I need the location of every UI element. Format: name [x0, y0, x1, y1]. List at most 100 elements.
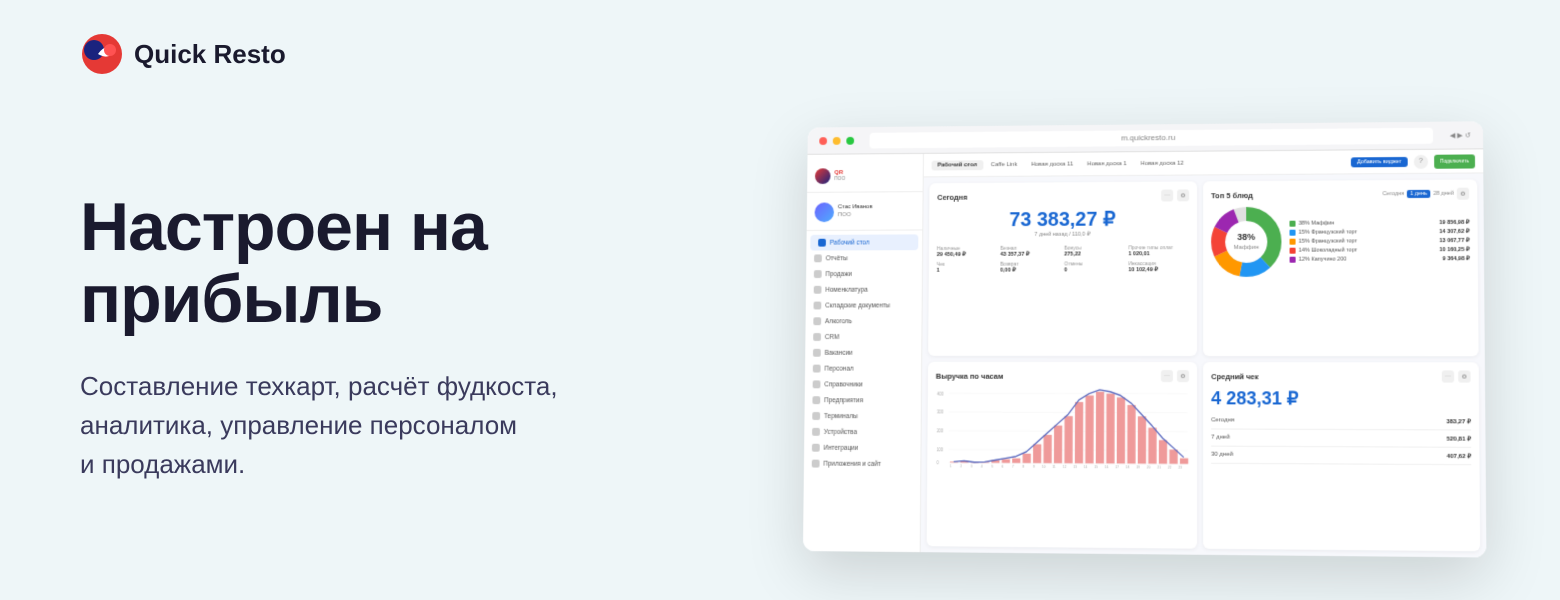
today-more-button[interactable]: ··· [1161, 190, 1173, 202]
stat-cancels: Отмены 0 [1064, 261, 1124, 273]
svg-text:20: 20 [1147, 465, 1150, 469]
subtitle: Составление техкарт, расчёт фудкоста, ан… [80, 367, 640, 484]
avg-rows: Сегодня 383,27 ₽ 7 дней 520,81 ₽ 30 дней… [1211, 417, 1471, 465]
url-bar: m.quickresto.ru [870, 127, 1434, 148]
user-name: Стас ИвановПОО [838, 204, 873, 219]
browser-maximize-dot [846, 136, 854, 144]
terminals-icon [812, 412, 820, 420]
legend-dot-2 [1289, 230, 1295, 236]
sales-icon [814, 270, 822, 278]
avg-card-header: Средний чек ··· ⚙ [1211, 370, 1470, 383]
dashboard-main: Рабочий стол Caffe Link Новая доска 11 Н… [921, 149, 1487, 557]
top5-period-controls: Сегодня 1 день 28 дней ⚙ [1383, 188, 1470, 201]
today-card-header: Сегодня ··· ⚙ [937, 189, 1189, 202]
tab-board1[interactable]: Новая доска 11 [1025, 159, 1079, 169]
avg-settings-button[interactable]: ⚙ [1458, 370, 1470, 382]
sidebar-item-devices[interactable]: Устройства [804, 424, 920, 440]
help-icon[interactable]: ? [1414, 154, 1428, 168]
header: Quick Resto [0, 0, 1560, 76]
sidebar-logo-icon [815, 168, 831, 184]
stat-bonus: Бонусы 275,22 [1064, 245, 1124, 257]
today-revenue: 73 383,27 ₽ 7 дней назад / 110,0 ₽ [937, 207, 1189, 238]
svg-text:4: 4 [981, 464, 983, 468]
svg-text:14: 14 [1084, 465, 1087, 469]
today-card-title: Сегодня [937, 192, 967, 201]
top5-settings-button[interactable]: ⚙ [1457, 188, 1469, 200]
legend-dot-1 [1289, 221, 1295, 227]
svg-text:22: 22 [1168, 465, 1171, 469]
legend-item-2: 15% Французский торт 14 307,62 ₽ [1289, 229, 1469, 236]
tab-desktop[interactable]: Рабочий стол [932, 160, 983, 170]
period-1day[interactable]: 1 день [1407, 190, 1430, 198]
vacancies-icon [813, 349, 821, 357]
sidebar-item-desktop[interactable]: Рабочий стол [810, 234, 918, 250]
connect-button[interactable]: Подключить [1434, 154, 1475, 168]
svg-text:8: 8 [1023, 464, 1025, 468]
svg-text:12: 12 [1063, 465, 1066, 469]
tab-board3[interactable]: Новая доска 12 [1135, 158, 1190, 168]
svg-text:100: 100 [937, 447, 944, 453]
legend-item-3: 15% Французский торт 13 067,77 ₽ [1290, 238, 1470, 245]
period-28days[interactable]: 28 дней [1433, 191, 1453, 197]
sidebar-user: Стас ИвановПОО [807, 196, 923, 231]
sidebar-brand: QRПОО [834, 170, 845, 182]
revenue-more-button[interactable]: ··· [1161, 370, 1173, 382]
user-avatar [814, 202, 834, 222]
legend-dot-4 [1290, 248, 1296, 254]
today-big-number: 73 383,27 ₽ [937, 207, 1189, 232]
sidebar-item-apps[interactable]: Приложения и сайт [804, 456, 921, 473]
devices-icon [812, 428, 820, 436]
apps-icon [812, 460, 820, 468]
subtitle-line1: Составление техкарт, расчёт фудкоста, [80, 371, 558, 401]
today-widget: Сегодня ··· ⚙ 73 383,27 ₽ 7 дней назад /… [928, 181, 1197, 356]
svg-text:300: 300 [937, 409, 944, 415]
sidebar-item-sales[interactable]: Продажи [806, 266, 922, 282]
sidebar-item-reports[interactable]: Отчёты [806, 250, 922, 266]
revenue-widget: Выручка по часам ··· ⚙ 400 3 [927, 362, 1197, 549]
svg-text:38%: 38% [1237, 232, 1255, 242]
desktop-icon [818, 239, 826, 247]
tab-caffe[interactable]: Caffe Link [985, 159, 1023, 169]
add-widget-button[interactable]: Добавить виджет [1351, 156, 1408, 166]
avg-card-actions: ··· ⚙ [1442, 370, 1471, 382]
sidebar-item-vacancies[interactable]: Вакансии [805, 345, 921, 361]
svg-text:21: 21 [1157, 465, 1160, 469]
top5-content: 38% Маффин 38% Маффин 19 856,98 ₽ [1211, 206, 1470, 277]
today-sub-label: 7 дней назад / 110,0 ₽ [937, 231, 1189, 238]
avg-big-number: 4 283,31 ₽ [1211, 388, 1471, 410]
avg-more-button[interactable]: ··· [1442, 370, 1454, 382]
tab-board2[interactable]: Новая доска 1 [1081, 159, 1133, 169]
sidebar-item-integrations[interactable]: Интеграции [804, 440, 921, 456]
top5-widget: Топ 5 блюд Сегодня 1 день 28 дней ⚙ [1203, 180, 1479, 357]
sidebar-item-crm[interactable]: CRM [805, 329, 921, 345]
svg-text:7: 7 [1012, 464, 1014, 468]
sidebar-item-enterprises[interactable]: Предприятия [805, 392, 921, 408]
menu-icon [814, 286, 822, 294]
sidebar-item-alcohol[interactable]: Алкоголь [806, 313, 922, 329]
avg-row-7days: 7 дней 520,81 ₽ [1211, 435, 1471, 448]
subtitle-line2: аналитика, управление персоналом [80, 410, 517, 440]
alcohol-icon [813, 317, 821, 325]
sidebar-item-warehouse[interactable]: Складские документы [806, 297, 922, 313]
dashboard-sidebar: QRПОО Стас ИвановПОО Рабочий стол Отчёты [803, 154, 924, 552]
logo-text: Quick Resto [134, 39, 286, 70]
revenue-settings-button[interactable]: ⚙ [1177, 370, 1189, 382]
legend-item-1: 38% Маффин 19 856,98 ₽ [1289, 220, 1469, 227]
top5-legend: 38% Маффин 19 856,98 ₽ 15% Французский т… [1289, 220, 1469, 263]
today-settings-button[interactable]: ⚙ [1177, 189, 1189, 201]
stat-cashout: Инкассация 10 102,49 ₽ [1128, 261, 1189, 273]
legend-item-5: 12% Капучино 200 9 364,98 ₽ [1290, 256, 1470, 263]
hero-section: Настроен на прибыль Составление техкарт,… [80, 192, 640, 484]
stat-checks: Чек 1 [937, 262, 997, 274]
enterprises-icon [812, 396, 820, 404]
sidebar-item-staff[interactable]: Персонал [805, 361, 921, 377]
period-today[interactable]: Сегодня [1383, 191, 1404, 197]
browser-close-dot [819, 137, 827, 145]
sidebar-item-menu[interactable]: Номенклатура [806, 282, 922, 298]
dashboard-grid: Сегодня ··· ⚙ 73 383,27 ₽ 7 дней назад /… [921, 173, 1487, 557]
sidebar-item-terminals[interactable]: Терминалы [804, 408, 920, 424]
reports-icon [814, 254, 822, 262]
avg-row-today: Сегодня 383,27 ₽ [1211, 417, 1471, 430]
sidebar-item-references[interactable]: Справочники [805, 376, 921, 392]
svg-text:Маффин: Маффин [1234, 245, 1259, 251]
